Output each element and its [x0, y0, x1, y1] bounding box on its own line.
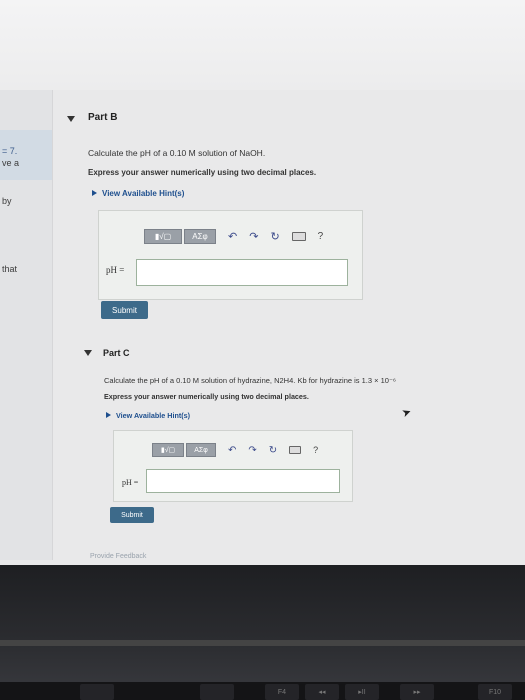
left-fragment-3: by	[2, 196, 12, 206]
templates-button[interactable]: ▮√▢	[152, 443, 184, 457]
part-c-instruction: Express your answer numerically using tw…	[104, 392, 309, 401]
part-b-input-label: pH =	[106, 265, 125, 275]
part-c-title: Part C	[103, 348, 130, 358]
keyboard-key	[80, 684, 114, 700]
undo-icon[interactable]: ↶	[228, 445, 236, 456]
part-b-submit-button[interactable]: Submit	[101, 301, 148, 319]
undo-icon[interactable]: ↶	[228, 230, 237, 243]
keyboard-key-rewind: ◂◂	[305, 684, 339, 700]
part-c-input-label: pH =	[122, 478, 139, 487]
keyboard-icon[interactable]	[289, 446, 302, 454]
part-b-hint-label: View Available Hint(s)	[102, 189, 185, 198]
part-b-instruction: Express your answer numerically using tw…	[88, 168, 317, 177]
part-c-math-toolbar: ▮√▢ ΑΣφ ↶ ↷ ↻ ?	[152, 443, 318, 457]
reset-icon[interactable]: ↻	[269, 445, 277, 456]
part-b-hint-link[interactable]: View Available Hint(s)	[92, 189, 184, 198]
keyboard-key-play: ▸II	[345, 684, 379, 700]
left-fragment-1: = 7.	[2, 146, 18, 156]
reset-icon[interactable]: ↻	[270, 230, 279, 243]
part-c-ph-input[interactable]	[146, 469, 340, 493]
keyboard-key-f4: F4	[265, 684, 299, 700]
greek-symbols-button[interactable]: ΑΣφ	[184, 229, 216, 244]
provide-feedback-link[interactable]: Provide Feedback	[90, 553, 146, 560]
laptop-hinge	[0, 640, 525, 646]
help-icon[interactable]: ?	[318, 231, 324, 242]
expand-triangle-icon	[106, 412, 111, 418]
greek-symbols-button[interactable]: ΑΣφ	[186, 443, 216, 457]
laptop-bezel	[0, 565, 525, 700]
part-c-submit-button[interactable]: Submit	[110, 507, 154, 523]
part-c-hint-link[interactable]: View Available Hint(s)	[106, 411, 190, 420]
part-c-question: Calculate the pH of a 0.10 M solution of…	[104, 376, 396, 385]
help-icon[interactable]: ?	[313, 445, 318, 455]
keyboard-key-forward: ▸▸	[400, 684, 434, 700]
keyboard-key-f10: F10	[478, 684, 512, 700]
expand-triangle-icon	[92, 190, 97, 196]
keyboard-row	[0, 682, 525, 700]
part-c-collapse-caret[interactable]	[84, 350, 92, 356]
part-b-math-toolbar: ▮√▢ ΑΣφ ↶ ↷ ↻ ?	[144, 229, 323, 244]
mouse-cursor-icon: ➤	[400, 405, 414, 421]
redo-icon[interactable]: ↷	[248, 445, 256, 456]
part-b-question: Calculate the pH of a 0.10 M solution of…	[88, 148, 266, 158]
templates-button[interactable]: ▮√▢	[144, 229, 182, 244]
left-fragment-2: ve a	[2, 158, 20, 168]
part-b-collapse-caret[interactable]	[67, 116, 75, 122]
redo-icon[interactable]: ↷	[249, 230, 258, 243]
part-b-title: Part B	[88, 112, 118, 123]
part-b-answer-panel	[98, 210, 363, 300]
page-header-area	[0, 0, 525, 90]
keyboard-key	[200, 684, 234, 700]
left-fragment-4: that	[2, 264, 18, 274]
part-c-hint-label: View Available Hint(s)	[116, 411, 191, 420]
part-b-ph-input[interactable]	[136, 259, 348, 286]
keyboard-icon[interactable]	[291, 232, 306, 241]
